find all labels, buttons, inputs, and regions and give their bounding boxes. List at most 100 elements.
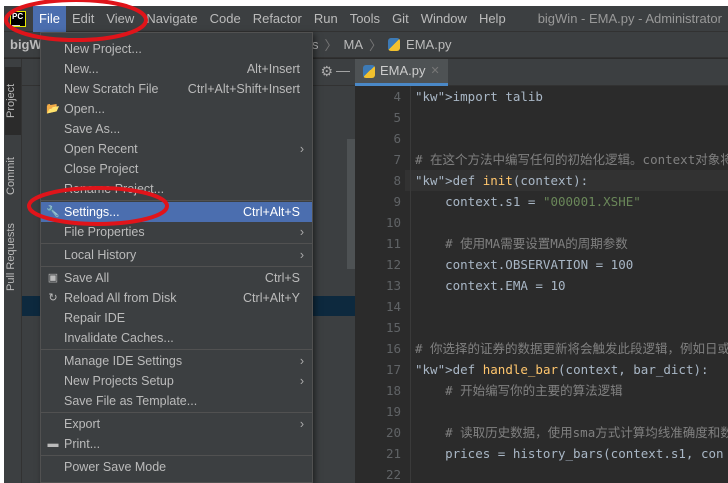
menu-refactor[interactable]: Refactor [247, 6, 308, 32]
menu-item-label: Close Project [64, 162, 139, 176]
line-number: 9 [393, 194, 401, 209]
menu-item-new-project[interactable]: New Project... [41, 39, 312, 59]
menu-item-label: Save As... [64, 122, 121, 136]
gear-icon[interactable]: ⚙ [320, 63, 333, 80]
menu-item-invalidate-caches[interactable]: Invalidate Caches... [41, 328, 312, 348]
line-number: 13 [385, 278, 401, 293]
menu-edit[interactable]: Edit [66, 6, 100, 32]
breadcrumb-item[interactable]: MA [344, 37, 364, 52]
menu-item-label: Invalidate Caches... [64, 331, 174, 345]
line-number: 6 [393, 131, 401, 146]
menu-item-label: New Project... [64, 42, 142, 56]
menu-item-save-as[interactable]: Save As... [41, 119, 312, 139]
menu-item-label: Save All [64, 271, 110, 285]
chevron-right-icon: › [299, 417, 304, 431]
code-line[interactable]: # 在这个方法中编写任何的初始化逻辑。context对象将 [415, 149, 728, 170]
menu-git[interactable]: Git [386, 6, 415, 32]
pull-requests-tool-button[interactable]: Pull Requests [5, 217, 21, 297]
menu-item-power-save-mode[interactable]: Power Save Mode [41, 457, 312, 477]
menu-window[interactable]: Window [415, 6, 473, 32]
menu-item-label: New... [64, 62, 99, 76]
code-line[interactable]: context.OBSERVATION = 100 [415, 254, 633, 275]
menu-item-label: New Projects Setup [64, 374, 174, 388]
chevron-right-icon: › [299, 225, 304, 239]
menu-item-new[interactable]: New... Alt+Insert [41, 59, 312, 79]
code-line[interactable]: "kw">import talib [415, 86, 543, 107]
pycharm-logo-icon: PC — [10, 10, 26, 30]
line-number: 18 [385, 383, 401, 398]
code-line[interactable]: context.EMA = 10 [415, 275, 565, 296]
tab-label: EMA.py [380, 63, 426, 78]
menu-item-reload-all-from-disk[interactable]: ↻ Reload All from Disk Ctrl+Alt+Y [41, 288, 312, 308]
editor: EMA.py ✕ 4 "kw">import talib 5 6 7 # 在这个方法中编写… [355, 59, 728, 483]
code-line[interactable]: # 你选择的证券的数据更新将会触发此段逻辑，例如日或 [415, 338, 728, 359]
code-line[interactable]: # 读取历史数据，使用sma方式计算均线准确度和数 [415, 422, 728, 443]
line-number: 12 [385, 257, 401, 272]
menu-item-print[interactable]: ▬ Print... [41, 434, 312, 454]
menu-item-export[interactable]: Export › [41, 414, 312, 434]
commit-tool-button[interactable]: Commit [5, 149, 21, 204]
menu-item-open-recent[interactable]: Open Recent › [41, 139, 312, 159]
gutter-divider [410, 86, 411, 483]
code-line[interactable]: "kw">def handle_bar(context, bar_dict): [415, 359, 709, 380]
menu-tools[interactable]: Tools [344, 6, 386, 32]
line-number: 11 [385, 236, 401, 251]
breadcrumb-item[interactable]: EMA.py [406, 37, 452, 52]
menu-item-shortcut: Ctrl+Alt+S [243, 205, 300, 219]
menu-item-new-projects-setup[interactable]: New Projects Setup › [41, 371, 312, 391]
menu-item-save-all[interactable]: ▣ Save All Ctrl+S [41, 268, 312, 288]
menu-item-label: Save File as Template... [64, 394, 198, 408]
menu-item-shortcut: Alt+Insert [246, 62, 300, 76]
menu-item-new-scratch-file[interactable]: New Scratch File Ctrl+Alt+Shift+Insert [41, 79, 312, 99]
menu-item-shortcut: Ctrl+Alt+Y [243, 291, 300, 305]
project-name[interactable]: bigW [4, 37, 42, 52]
code-line[interactable]: context.s1 = "000001.XSHE" [415, 191, 641, 212]
menu-item-local-history[interactable]: Local History › [41, 245, 312, 265]
menu-item-label: Print... [64, 437, 101, 451]
menu-separator [41, 455, 312, 456]
line-number: 16 [385, 341, 401, 356]
menu-help[interactable]: Help [473, 6, 512, 32]
line-number: 22 [385, 467, 401, 482]
menu-view[interactable]: View [100, 6, 140, 32]
menu-item-repair-ide[interactable]: Repair IDE [41, 308, 312, 328]
menu-file[interactable]: File [33, 6, 66, 32]
code-line[interactable]: # 开始编写你的主要的算法逻辑 [415, 380, 623, 401]
menu-item-settings[interactable]: 🔧 Settings... Ctrl+Alt+S [41, 202, 312, 222]
menu-item-close-project[interactable]: Close Project [41, 159, 312, 179]
line-number: 7 [393, 152, 401, 167]
menu-item-label: Manage IDE Settings [64, 354, 183, 368]
close-icon[interactable]: ✕ [431, 58, 440, 84]
python-file-icon [388, 38, 401, 51]
menu-item-label: Repair IDE [64, 311, 126, 325]
menu-item-label: Open... [64, 102, 105, 116]
line-number: 5 [393, 110, 401, 125]
menu-item-shortcut: Ctrl+S [264, 271, 300, 285]
wrench-icon: 🔧 [46, 206, 60, 218]
menu-item-label: New Scratch File [64, 82, 159, 96]
ide-window: PC — File Edit View Navigate Code Refactor Run T… [4, 6, 728, 483]
breadcrumb-separator-icon: 〉 [369, 38, 383, 53]
menu-code[interactable]: Code [204, 6, 247, 32]
menu-item-save-file-as-template[interactable]: Save File as Template... [41, 391, 312, 411]
code-line[interactable]: prices = history_bars(context.s1, con [415, 443, 723, 464]
code-area[interactable]: 4 "kw">import talib 5 6 7 # 在这个方法中编写任何的初始化逻辑。… [355, 86, 728, 483]
menu-item-label: Reload All from Disk [64, 291, 177, 305]
tab-ema-py[interactable]: EMA.py ✕ [355, 59, 448, 86]
code-line[interactable]: "kw">def init(context): [415, 170, 588, 191]
chevron-right-icon: › [299, 374, 304, 388]
menu-item-rename-project[interactable]: Rename Project... [41, 179, 312, 199]
chevron-right-icon: › [299, 142, 304, 156]
menu-item-manage-ide-settings[interactable]: Manage IDE Settings › [41, 351, 312, 371]
menu-item-label: Power Save Mode [64, 460, 167, 474]
minimize-icon[interactable]: — [336, 62, 350, 78]
menu-item-label: Export [64, 417, 101, 431]
scrollbar[interactable] [347, 139, 355, 269]
menu-navigate[interactable]: Navigate [140, 6, 203, 32]
menu-item-file-properties[interactable]: File Properties › [41, 222, 312, 242]
menu-item-open[interactable]: 📂 Open... [41, 99, 312, 119]
menu-item-shortcut: Ctrl+Alt+Shift+Insert [187, 82, 300, 96]
code-line[interactable]: # 使用MA需要设置MA的周期参数 [415, 233, 628, 254]
project-tool-button[interactable]: Project [5, 67, 21, 135]
menu-run[interactable]: Run [308, 6, 344, 32]
